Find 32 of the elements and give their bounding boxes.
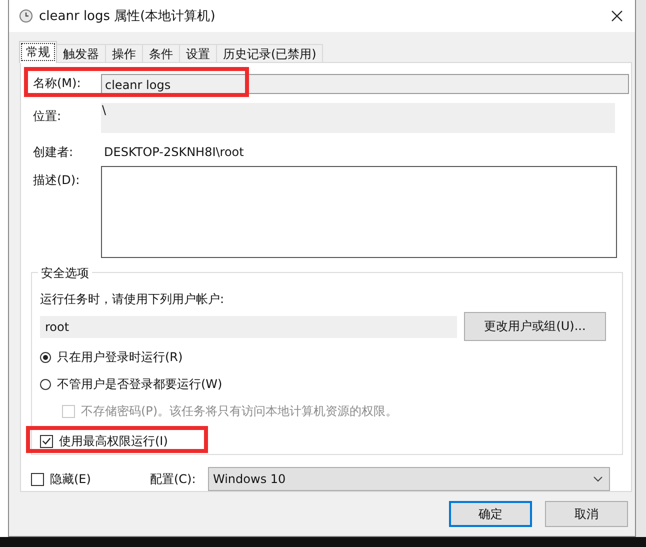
field-label: 名称(M): xyxy=(33,75,82,92)
radio-button[interactable] xyxy=(40,352,51,363)
name-field[interactable]: cleanr logs xyxy=(101,74,629,94)
location-field: \ xyxy=(101,102,615,133)
checkbox[interactable] xyxy=(31,472,44,486)
tab[interactable]: 条件 xyxy=(142,44,180,63)
checkbox-option[interactable]: 使用最高权限运行(I) xyxy=(40,432,168,450)
field-label: 创建者: xyxy=(33,144,74,161)
description-field[interactable] xyxy=(101,166,617,258)
config-dropdown[interactable]: Windows 10 xyxy=(208,467,610,491)
author-text: DESKTOP-2SKNH8I\root xyxy=(103,145,244,160)
field-label: 描述(D): xyxy=(33,172,81,190)
config-label: 配置(C): xyxy=(150,470,197,488)
radio-button[interactable] xyxy=(40,378,51,390)
change-user-button[interactable]: 更改用户或组(U)... xyxy=(464,312,606,342)
chevron-down-icon xyxy=(593,476,603,482)
tab[interactable]: 触发器 xyxy=(56,44,106,63)
close-icon[interactable] xyxy=(611,10,623,22)
checkbox[interactable] xyxy=(40,434,53,448)
radio-option[interactable]: 只在用户登录时运行(R) xyxy=(40,348,622,366)
ok-button[interactable]: 确定 xyxy=(449,501,532,527)
window-title: cleanr logs 属性(本地计算机) xyxy=(39,8,216,25)
account-prompt: 运行任务时，请使用下列用户帐户: xyxy=(40,291,226,308)
tab[interactable]: 操作 xyxy=(105,44,143,63)
cancel-button[interactable]: 取消 xyxy=(545,501,628,527)
clock-icon xyxy=(19,9,33,23)
tab[interactable]: 常规 xyxy=(19,41,57,63)
checkbox-option[interactable]: 隐藏(E) xyxy=(31,470,150,488)
radio-option[interactable]: 不管用户是否登录都要运行(W) xyxy=(40,375,622,394)
field-label: 位置: xyxy=(33,108,62,125)
tab[interactable]: 历史记录(已禁用) xyxy=(216,44,324,63)
account-field: root xyxy=(40,316,457,338)
